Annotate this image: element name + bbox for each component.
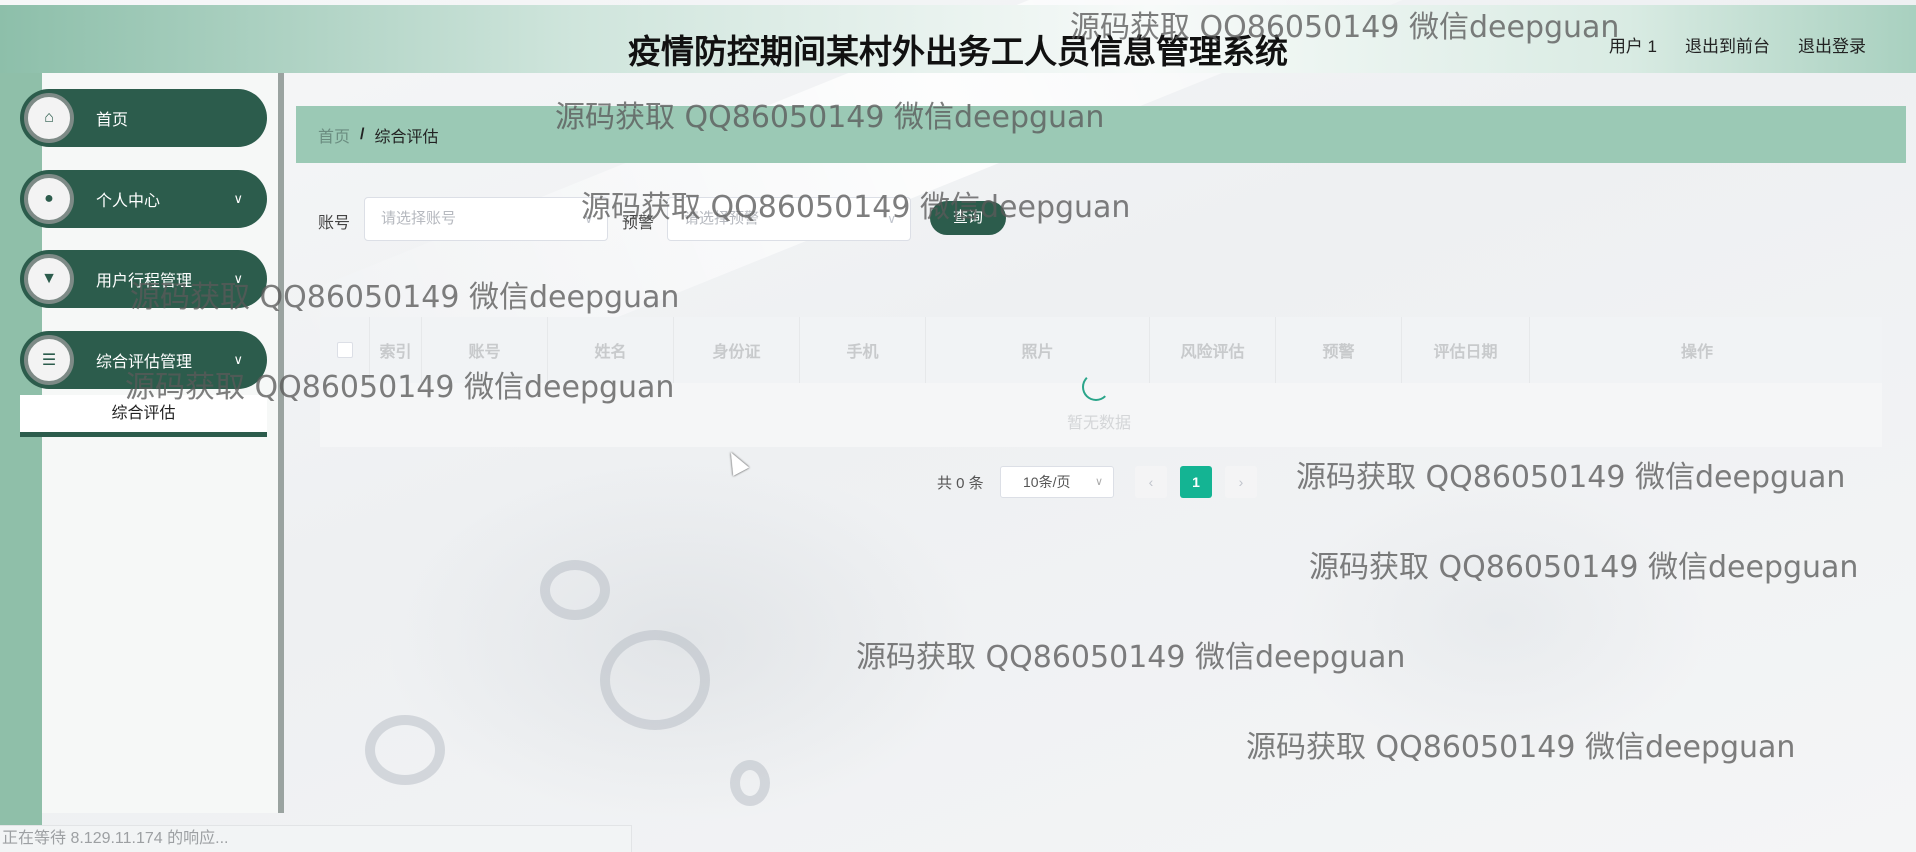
loading-spinner-icon: [1082, 373, 1110, 401]
column-header: 预警: [1276, 317, 1402, 383]
pagination: 共 0 条 10条/页 ∨ ‹ 1 ›: [0, 466, 1916, 498]
browser-status-bar: 正在等待 8.129.11.174 的响应...: [0, 825, 632, 852]
back-to-frontend-link[interactable]: 退出到前台: [1685, 32, 1770, 57]
select-all-cell: [320, 317, 370, 383]
sidebar-item-home[interactable]: ⌂ 首页: [20, 89, 267, 147]
query-button[interactable]: 查询: [930, 201, 1006, 235]
top-header: 疫情防控期间某村外出务工人员信息管理系统 用户 1 退出到前台 退出登录: [0, 5, 1916, 73]
warning-select-placeholder: 请选择预警: [684, 210, 760, 227]
chevron-down-icon: ∨: [887, 212, 896, 226]
sidebar-item-assessment-management[interactable]: ☰ 综合评估管理 ∨: [20, 331, 267, 389]
warning-label: 预警: [622, 215, 655, 232]
list-icon: ☰: [24, 335, 74, 385]
column-header: 照片: [926, 317, 1150, 383]
page-size-select[interactable]: 10条/页 ∨: [1000, 466, 1114, 498]
column-header: 姓名: [548, 317, 674, 383]
prev-page-button[interactable]: ‹: [1135, 466, 1167, 498]
logout-link[interactable]: 退出登录: [1798, 32, 1866, 57]
page-size-value: 10条/页: [1023, 474, 1071, 490]
next-page-button[interactable]: ›: [1225, 466, 1257, 498]
column-header: 身份证: [674, 317, 800, 383]
chevron-down-icon: ∨: [584, 212, 593, 226]
sidebar-item-label: 综合评估管理: [96, 354, 193, 371]
chevron-down-icon: ∨: [1094, 476, 1103, 488]
breadcrumb: 首页 / 综合评估: [296, 106, 1906, 163]
column-header: 操作: [1680, 344, 1713, 361]
column-header: 索引: [370, 317, 422, 383]
breadcrumb-current: 综合评估: [374, 128, 439, 146]
sidebar-item-label: 首页: [96, 112, 129, 129]
home-icon: ⌂: [24, 93, 74, 143]
column-header: 手机: [800, 317, 926, 383]
sidebar-subitem-assessment[interactable]: 综合评估: [20, 395, 267, 437]
itinerary-icon: ▼: [24, 254, 74, 304]
water-drop-decoration: [365, 715, 445, 785]
account-select[interactable]: 请选择账号 ∨: [364, 197, 608, 241]
sidebar-item-personal-center[interactable]: ● 个人中心 ∨: [20, 170, 267, 228]
column-header: 风险评估: [1150, 317, 1276, 383]
breadcrumb-home-link[interactable]: 首页: [318, 123, 350, 147]
table-empty-text: 暂无数据: [1067, 415, 1132, 432]
account-label: 账号: [318, 215, 351, 232]
pagination-total: 共 0 条: [937, 475, 984, 492]
column-header: 评估日期: [1402, 317, 1530, 383]
column-header: 账号: [422, 317, 548, 383]
user-icon: ●: [24, 174, 74, 224]
water-drop-decoration: [540, 560, 610, 620]
breadcrumb-separator: /: [360, 125, 365, 143]
chevron-up-icon: ∨: [233, 352, 243, 367]
header-links: 用户 1 退出到前台 退出登录: [1609, 32, 1866, 57]
water-drop-decoration: [730, 760, 770, 806]
sidebar-item-label: 个人中心: [96, 193, 161, 210]
select-all-checkbox[interactable]: [336, 342, 353, 358]
account-select-placeholder: 请选择账号: [381, 210, 457, 227]
sidebar-item-label: 用户行程管理: [96, 273, 193, 290]
sidebar-item-itinerary-management[interactable]: ▼ 用户行程管理 ∨: [20, 250, 267, 308]
water-drop-decoration: [600, 630, 710, 730]
current-user-label: 用户 1: [1608, 37, 1657, 56]
chevron-down-icon: ∨: [233, 271, 243, 286]
warning-select[interactable]: 请选择预警 ∨: [667, 197, 911, 241]
page-number-button[interactable]: 1: [1180, 466, 1212, 498]
chevron-down-icon: ∨: [233, 191, 243, 206]
